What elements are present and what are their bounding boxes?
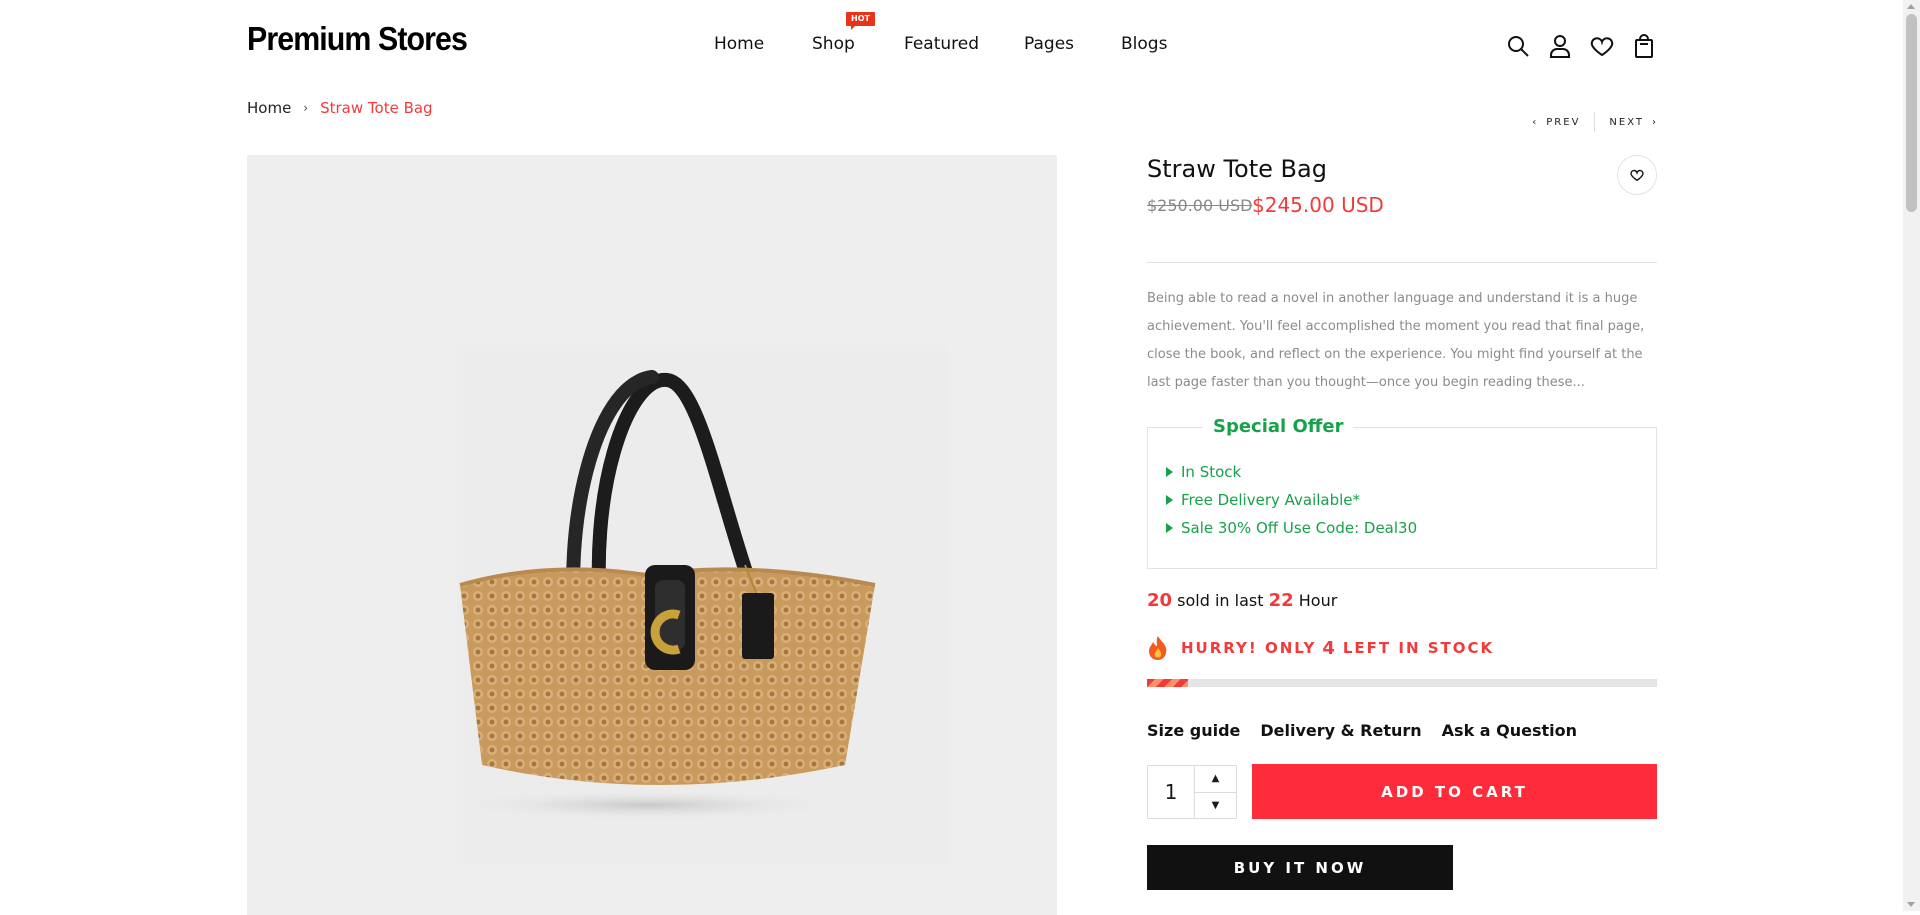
delivery-return-link[interactable]: Delivery & Return bbox=[1260, 721, 1421, 740]
sold-count: 20 bbox=[1147, 590, 1173, 611]
nav-shop[interactable]: Shop bbox=[812, 34, 855, 54]
product-links: Size guide Delivery & Return Ask a Quest… bbox=[1147, 721, 1577, 740]
offer-title: Special Offer bbox=[1203, 416, 1354, 437]
stock-warning: HURRY! ONLY 4 LEFT IN STOCK bbox=[1147, 635, 1494, 661]
stock-suffix: LEFT IN STOCK bbox=[1342, 639, 1495, 657]
heart-icon bbox=[1630, 169, 1644, 182]
next-button[interactable]: NEXT › bbox=[1609, 117, 1658, 128]
quantity-input[interactable]: 1 bbox=[1148, 766, 1194, 818]
offer-item: Sale 30% Off Use Code: Deal30 bbox=[1166, 514, 1417, 542]
stock-progress bbox=[1147, 679, 1657, 687]
sold-counter: 20 sold in last 22 Hour bbox=[1147, 590, 1337, 611]
size-guide-link[interactable]: Size guide bbox=[1147, 721, 1240, 740]
product-image[interactable] bbox=[247, 155, 1057, 915]
nav-home[interactable]: Home bbox=[714, 34, 764, 54]
wishlist-icon[interactable] bbox=[1590, 34, 1614, 58]
scroll-down-arrow[interactable] bbox=[1907, 902, 1915, 907]
product-description: Being able to read a novel in another la… bbox=[1147, 291, 1645, 390]
nav-blogs[interactable]: Blogs bbox=[1121, 34, 1167, 54]
breadcrumb-home[interactable]: Home bbox=[247, 99, 291, 117]
ask-question-link[interactable]: Ask a Question bbox=[1442, 721, 1577, 740]
cart-icon[interactable] bbox=[1632, 34, 1656, 58]
next-label: NEXT bbox=[1609, 116, 1644, 128]
wishlist-button[interactable] bbox=[1617, 155, 1657, 195]
offer-item: Free Delivery Available* bbox=[1166, 486, 1417, 514]
prev-button[interactable]: ‹ PREV bbox=[1532, 117, 1580, 128]
offer-item-label: In Stock bbox=[1181, 463, 1242, 481]
account-icon[interactable] bbox=[1548, 34, 1572, 58]
sold-hours: 22 bbox=[1268, 590, 1294, 611]
offer-item-label: Free Delivery Available* bbox=[1181, 491, 1361, 509]
breadcrumb: Home › Straw Tote Bag bbox=[247, 99, 433, 117]
special-offer-box: Special Offer In Stock Free Delivery Ava… bbox=[1147, 416, 1657, 569]
breadcrumb-current: Straw Tote Bag bbox=[320, 99, 433, 117]
scroll-up-arrow[interactable] bbox=[1907, 4, 1915, 9]
decrease-button[interactable]: ▼ bbox=[1195, 793, 1236, 819]
stock-count: 4 bbox=[1322, 637, 1337, 659]
quantity-stepper: 1 ▲ ▼ bbox=[1147, 765, 1237, 819]
scrollbar-thumb[interactable] bbox=[1906, 14, 1917, 212]
stock-prefix: HURRY! ONLY bbox=[1181, 639, 1317, 657]
price-sale: $245.00 USD bbox=[1252, 193, 1384, 217]
product-title: Straw Tote Bag bbox=[1147, 155, 1327, 183]
nav-pages[interactable]: Pages bbox=[1024, 34, 1074, 54]
triangle-right-icon bbox=[1166, 495, 1173, 505]
offer-item-label: Sale 30% Off Use Code: Deal30 bbox=[1181, 519, 1418, 537]
divider bbox=[1147, 262, 1657, 263]
offer-item: In Stock bbox=[1166, 458, 1417, 486]
sold-text: sold in last bbox=[1177, 591, 1264, 610]
search-icon[interactable] bbox=[1506, 34, 1530, 58]
nav-featured[interactable]: Featured bbox=[904, 34, 979, 54]
chevron-right-icon: › bbox=[1652, 116, 1658, 128]
hot-badge: HOT bbox=[846, 12, 875, 30]
increase-button[interactable]: ▲ bbox=[1195, 766, 1236, 793]
sold-hour-label: Hour bbox=[1298, 591, 1338, 610]
chevron-left-icon: ‹ bbox=[1532, 116, 1539, 128]
prev-label: PREV bbox=[1546, 116, 1581, 128]
pager-divider bbox=[1594, 112, 1596, 132]
add-to-cart-button[interactable]: ADD TO CART bbox=[1252, 764, 1657, 819]
buy-now-button[interactable]: BUY IT NOW bbox=[1147, 845, 1453, 890]
stock-progress-fill bbox=[1147, 679, 1188, 687]
chevron-right-icon: › bbox=[303, 101, 309, 115]
price-original: $250.00 USD bbox=[1147, 196, 1253, 215]
triangle-right-icon bbox=[1166, 467, 1173, 477]
fire-icon bbox=[1149, 636, 1167, 660]
triangle-right-icon bbox=[1166, 523, 1173, 533]
brand-logo[interactable]: Premium Stores bbox=[247, 20, 468, 58]
page-scrollbar[interactable] bbox=[1903, 0, 1920, 911]
product-pager: ‹ PREV NEXT › bbox=[1532, 112, 1658, 132]
